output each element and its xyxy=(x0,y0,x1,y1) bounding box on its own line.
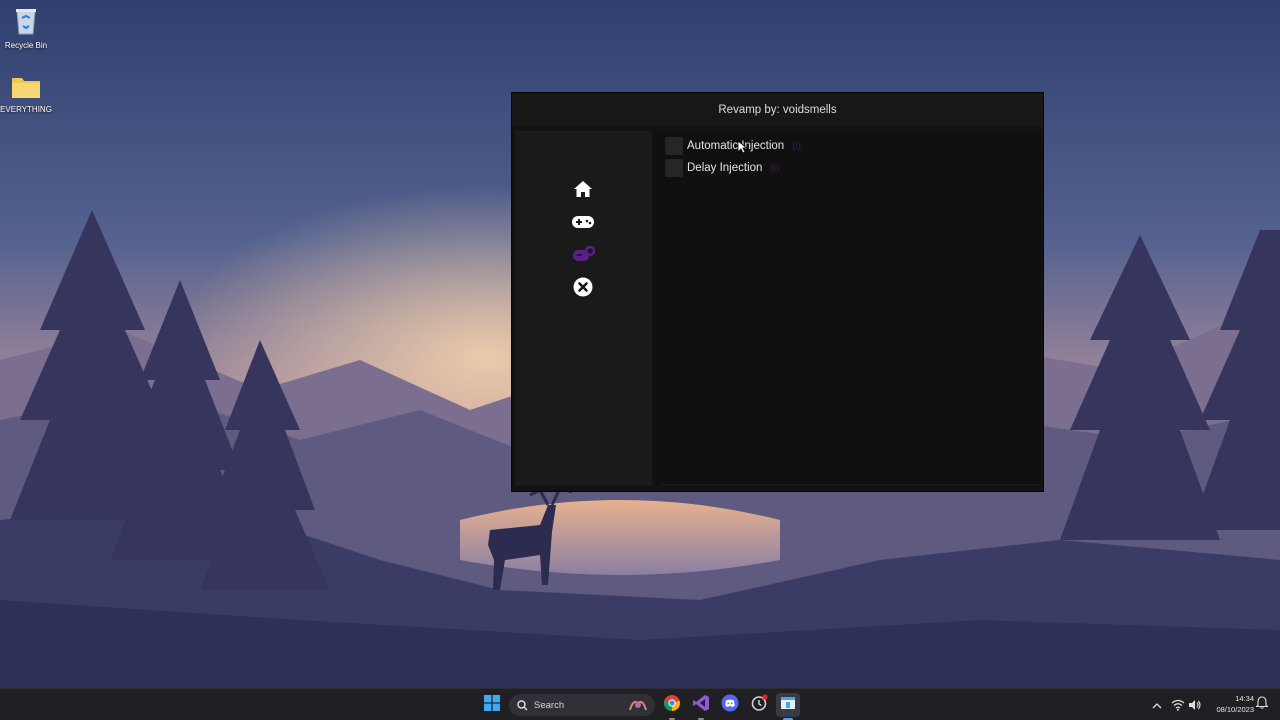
bell-icon xyxy=(1255,696,1269,714)
system-tray-network[interactable] xyxy=(1171,689,1202,720)
desktop-icon-label: EVERYTHING xyxy=(0,105,52,114)
sidebar-close-button[interactable] xyxy=(571,277,595,301)
app-window: Revamp by: voidsmells Automatic Injectio… xyxy=(511,92,1044,492)
gamepad-icon xyxy=(571,214,595,235)
window-title: Revamp by: voidsmells xyxy=(718,104,837,116)
option-automatic-injection[interactable]: Automatic Injection (i) xyxy=(665,136,801,156)
search-icon xyxy=(517,699,528,711)
app-icon xyxy=(750,693,768,717)
close-circle-icon xyxy=(573,277,593,302)
option-label: Automatic Injection xyxy=(687,140,785,152)
search-highlight-icon xyxy=(627,697,649,718)
desktop-icon-label: Recycle Bin xyxy=(4,41,48,50)
info-icon[interactable]: (i) xyxy=(792,141,801,152)
taskbar-active-window[interactable] xyxy=(776,693,800,720)
delay-injection-checkbox[interactable] xyxy=(665,159,683,177)
volume-icon xyxy=(1188,699,1202,711)
desktop-icon-recycle-bin[interactable]: Recycle Bin xyxy=(0,6,52,50)
automatic-injection-checkbox[interactable] xyxy=(665,137,683,155)
recycle-bin-icon xyxy=(0,6,52,38)
option-delay-injection[interactable]: Delay Injection (i) xyxy=(665,158,779,178)
chrome-icon xyxy=(663,694,681,717)
sidebar-home-button[interactable] xyxy=(571,179,595,203)
window-title-bar[interactable]: Revamp by: voidsmells xyxy=(512,93,1043,127)
taskbar: Search 14:34 08/10/2023 xyxy=(0,688,1280,720)
windows-start-icon xyxy=(484,694,500,716)
show-hidden-icons-button[interactable] xyxy=(1145,693,1169,717)
notifications-button[interactable] xyxy=(1250,693,1274,717)
search-placeholder: Search xyxy=(534,699,565,711)
taskbar-discord[interactable] xyxy=(718,693,742,717)
sidebar-settings-button[interactable] xyxy=(571,245,596,270)
taskbar-app[interactable] xyxy=(747,693,771,717)
taskbar-clock[interactable]: 14:34 08/10/2023 xyxy=(1206,693,1254,715)
visual-studio-icon xyxy=(692,694,710,717)
clock-time: 14:34 xyxy=(1235,694,1254,703)
desktop-icon-everything[interactable]: EVERYTHING xyxy=(0,74,52,114)
option-label: Delay Injection xyxy=(687,162,763,174)
app-window-icon xyxy=(780,696,796,715)
taskbar-chrome[interactable] xyxy=(660,693,684,720)
discord-icon xyxy=(721,694,739,717)
taskbar-visual-studio[interactable] xyxy=(689,693,713,720)
windows-start-button[interactable] xyxy=(480,693,504,717)
settings-icon xyxy=(571,245,596,270)
sidebar xyxy=(515,131,652,486)
sidebar-games-button[interactable] xyxy=(571,212,595,236)
info-icon[interactable]: (i) xyxy=(770,163,779,174)
divider xyxy=(660,484,1040,485)
home-icon xyxy=(573,180,593,203)
taskbar-search[interactable]: Search xyxy=(509,694,655,716)
mouse-cursor-icon xyxy=(737,140,748,159)
wifi-icon xyxy=(1171,699,1185,711)
content-panel: Automatic Injection (i) Delay Injection … xyxy=(655,131,1042,486)
folder-icon xyxy=(0,74,52,102)
clock-date: 08/10/2023 xyxy=(1216,705,1254,714)
chevron-up-icon xyxy=(1152,696,1162,714)
